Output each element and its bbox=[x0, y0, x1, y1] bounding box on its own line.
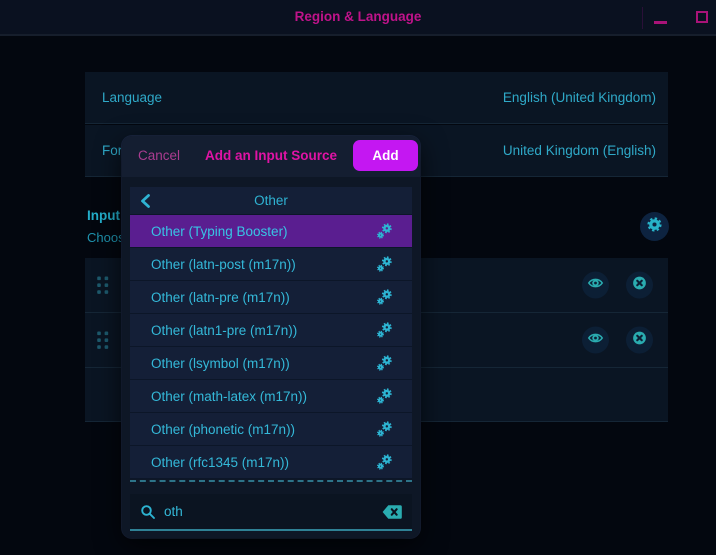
option-label: Other (latn-pre (m17n)) bbox=[151, 289, 290, 305]
cancel-button[interactable]: Cancel bbox=[138, 148, 180, 163]
add-button[interactable]: Add bbox=[353, 140, 418, 171]
preferences-gears-icon[interactable] bbox=[375, 254, 395, 274]
backspace-clear-icon[interactable] bbox=[381, 503, 403, 520]
preferences-gears-icon[interactable] bbox=[375, 419, 395, 439]
search-bar bbox=[130, 494, 412, 531]
input-source-option[interactable]: Other (math-latex (m17n)) bbox=[130, 380, 412, 413]
input-source-list: Other Other (Typing Booster) Other (latn… bbox=[130, 187, 412, 479]
eye-icon bbox=[587, 329, 604, 351]
preferences-gears-icon[interactable] bbox=[375, 353, 395, 373]
preferences-gears-icon[interactable] bbox=[375, 320, 395, 340]
drag-handle-icon[interactable] bbox=[96, 331, 109, 350]
input-options-button[interactable] bbox=[640, 212, 669, 241]
option-label: Other (rfc1345 (m17n)) bbox=[151, 454, 290, 470]
search-input[interactable] bbox=[164, 504, 382, 519]
input-source-option[interactable]: Other (latn-pre (m17n)) bbox=[130, 281, 412, 314]
input-source-option[interactable]: Other (rfc1345 (m17n)) bbox=[130, 446, 412, 479]
option-label: Other (phonetic (m17n)) bbox=[151, 421, 296, 437]
format-label: For bbox=[102, 143, 123, 158]
option-label: Other (lsymbol (m17n)) bbox=[151, 355, 290, 371]
input-sources-heading: Input bbox=[87, 208, 120, 223]
search-icon bbox=[140, 504, 156, 520]
list-nav-header: Other bbox=[130, 187, 412, 215]
input-source-option[interactable]: Other (Typing Booster) bbox=[130, 215, 412, 248]
maximize-icon[interactable] bbox=[696, 11, 708, 23]
preferences-gears-icon[interactable] bbox=[375, 221, 395, 241]
dialog-header: Cancel Add an Input Source Add bbox=[122, 136, 420, 177]
titlebar: Region & Language bbox=[0, 0, 716, 36]
preferences-gears-icon[interactable] bbox=[375, 287, 395, 307]
preferences-gears-icon[interactable] bbox=[375, 452, 395, 472]
input-source-option[interactable]: Other (phonetic (m17n)) bbox=[130, 413, 412, 446]
language-row[interactable]: Language English (United Kingdom) bbox=[85, 72, 668, 124]
scroll-more-indicator bbox=[130, 480, 412, 482]
option-label: Other (latn1-pre (m17n)) bbox=[151, 322, 298, 338]
settings-window: Region & Language Language English (Unit… bbox=[0, 0, 716, 555]
preview-source-button[interactable] bbox=[582, 326, 609, 354]
format-value: United Kingdom (English) bbox=[502, 143, 656, 158]
option-label: Other (latn-post (m17n)) bbox=[151, 256, 296, 272]
language-label: Language bbox=[102, 90, 163, 105]
eye-icon bbox=[587, 274, 604, 296]
option-label: Other (Typing Booster) bbox=[151, 223, 288, 239]
remove-source-button[interactable] bbox=[626, 271, 653, 299]
preferences-gears-icon[interactable] bbox=[375, 386, 395, 406]
input-source-option[interactable]: Other (latn1-pre (m17n)) bbox=[130, 314, 412, 347]
minimize-icon[interactable] bbox=[652, 10, 670, 26]
close-icon bbox=[631, 274, 648, 296]
back-button[interactable] bbox=[138, 193, 154, 209]
input-source-option[interactable]: Other (lsymbol (m17n)) bbox=[130, 347, 412, 380]
window-title: Region & Language bbox=[294, 9, 422, 24]
chevron-left-icon bbox=[138, 194, 154, 213]
add-input-source-dialog: Cancel Add an Input Source Add Other Oth… bbox=[122, 136, 420, 538]
input-sources-subheading: Choos bbox=[87, 230, 125, 245]
category-title: Other bbox=[254, 193, 288, 208]
gear-icon bbox=[646, 216, 663, 238]
close-icon bbox=[631, 329, 648, 351]
option-label: Other (math-latex (m17n)) bbox=[151, 388, 308, 404]
remove-source-button[interactable] bbox=[626, 326, 653, 354]
preview-source-button[interactable] bbox=[582, 271, 609, 299]
language-value: English (United Kingdom) bbox=[502, 90, 656, 105]
input-source-option[interactable]: Other (latn-post (m17n)) bbox=[130, 248, 412, 281]
drag-handle-icon[interactable] bbox=[96, 276, 109, 295]
titlebar-divider bbox=[642, 7, 643, 29]
